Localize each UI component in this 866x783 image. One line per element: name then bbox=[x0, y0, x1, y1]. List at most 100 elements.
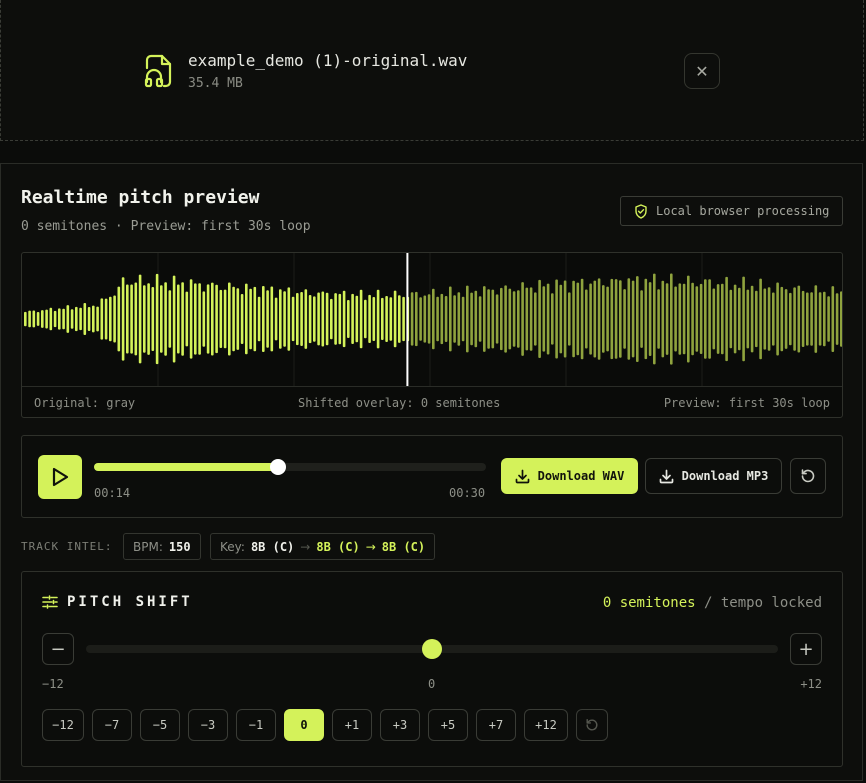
waveform-bar bbox=[449, 286, 452, 352]
file-card: example_demo (1)-original.wav 35.4 MB ✕ bbox=[0, 0, 864, 141]
waveform-bar bbox=[504, 285, 507, 353]
pitch-preset-button[interactable]: +12 bbox=[524, 709, 568, 741]
waveform-bar bbox=[70, 309, 74, 329]
waveform-bar bbox=[206, 284, 210, 354]
waveform-bar bbox=[759, 278, 762, 360]
waveform-bar bbox=[232, 286, 235, 352]
playhead[interactable] bbox=[406, 253, 409, 386]
pitch-slider-handle[interactable] bbox=[422, 639, 442, 659]
pitch-reset-button[interactable] bbox=[576, 709, 608, 741]
key-arrow: → bbox=[365, 539, 376, 554]
pitch-preset-button[interactable]: 0 bbox=[284, 709, 324, 741]
waveform-bar bbox=[198, 283, 201, 355]
waveform-bar bbox=[827, 296, 830, 342]
pitch-preset-button[interactable]: −7 bbox=[92, 709, 132, 741]
waveform-bar bbox=[266, 290, 269, 348]
waveform-bar bbox=[334, 293, 337, 345]
waveform-bar bbox=[738, 287, 741, 351]
waveform-bar bbox=[551, 293, 554, 345]
waveform-bar bbox=[789, 292, 792, 346]
waveform-bar bbox=[631, 280, 635, 358]
pitch-preset-button[interactable]: −3 bbox=[188, 709, 228, 741]
waveform-bar bbox=[313, 296, 316, 342]
minus-icon: − bbox=[50, 638, 66, 660]
waveform-bar bbox=[436, 296, 439, 342]
waveform-bar bbox=[359, 289, 363, 349]
waveform-bar bbox=[283, 291, 286, 347]
pitch-preset-button[interactable]: −12 bbox=[42, 709, 84, 741]
waveform-bar bbox=[215, 284, 218, 354]
waveform-bar bbox=[432, 288, 435, 350]
waveform-bar bbox=[801, 290, 805, 347]
waveform-bar bbox=[665, 283, 669, 355]
pitch-slider[interactable] bbox=[86, 639, 778, 659]
key-chip: Key: 8B (C) → 8B (C) → 8B (C) bbox=[210, 533, 436, 560]
pitch-preset-button[interactable]: +3 bbox=[380, 709, 420, 741]
waveform-bar bbox=[470, 292, 473, 346]
legend-shifted: Shifted overlay: 0 semitones bbox=[298, 396, 501, 410]
pitch-preset-button[interactable]: −1 bbox=[236, 709, 276, 741]
waveform-bar bbox=[623, 289, 626, 349]
download-mp3-button[interactable]: Download MP3 bbox=[645, 458, 782, 494]
remove-file-button[interactable]: ✕ bbox=[684, 53, 720, 89]
pitch-preset-button[interactable]: +5 bbox=[428, 709, 468, 741]
waveform-bar bbox=[682, 283, 686, 355]
waveform-bar bbox=[245, 283, 248, 355]
waveform-bar bbox=[508, 288, 512, 350]
bpm-chip: BPM: 150 bbox=[123, 533, 201, 560]
pitch-shift-header: PITCH SHIFT bbox=[42, 594, 193, 610]
waveform-bar bbox=[840, 291, 842, 347]
preview-subtitle: 0 semitones · Preview: first 30s loop bbox=[21, 219, 311, 234]
waveform-bar bbox=[368, 294, 371, 343]
waveform-bar bbox=[402, 296, 405, 342]
waveform-bar bbox=[228, 282, 231, 356]
pitch-preset-button[interactable]: +7 bbox=[476, 709, 516, 741]
waveform-bar bbox=[364, 299, 367, 339]
waveform-view[interactable]: Original: gray Shifted overlay: 0 semito… bbox=[21, 252, 843, 418]
seek-handle[interactable] bbox=[270, 459, 287, 475]
waveform-bar bbox=[521, 282, 524, 356]
rotate-ccw-icon bbox=[801, 469, 815, 483]
waveform-bar bbox=[444, 296, 448, 342]
seek-bar[interactable] bbox=[94, 459, 486, 475]
waveform-bar bbox=[202, 291, 206, 347]
waveform-bar bbox=[398, 295, 401, 343]
play-button[interactable] bbox=[38, 455, 82, 499]
download-wav-label: Download WAV bbox=[537, 469, 625, 483]
pitch-max-label: +12 bbox=[800, 677, 822, 691]
waveform-bar bbox=[691, 282, 694, 356]
download-icon bbox=[515, 469, 529, 483]
waveform-bar bbox=[419, 297, 422, 341]
waveform-bar bbox=[525, 287, 529, 351]
waveform-bar bbox=[461, 296, 465, 342]
waveform-bar bbox=[466, 285, 469, 353]
waveform-bar bbox=[797, 285, 801, 353]
waveform-bar bbox=[555, 279, 558, 359]
pitch-decrement-button[interactable]: − bbox=[42, 633, 74, 665]
waveform-bar bbox=[223, 289, 227, 349]
waveform-bar bbox=[117, 286, 121, 352]
waveform-canvas[interactable] bbox=[22, 253, 842, 386]
download-wav-button[interactable]: Download WAV bbox=[501, 458, 638, 494]
waveform-bar bbox=[342, 290, 346, 348]
waveform-bar bbox=[389, 297, 393, 341]
waveform-bar bbox=[28, 310, 31, 328]
pitch-preset-button[interactable]: +1 bbox=[332, 709, 372, 741]
waveform-bar bbox=[172, 275, 176, 363]
waveform-bar bbox=[546, 283, 550, 355]
waveform-bar bbox=[58, 308, 61, 330]
waveform-bar bbox=[355, 295, 359, 343]
bpm-value: 150 bbox=[168, 539, 191, 554]
waveform-bar bbox=[381, 297, 384, 340]
waveform-bar bbox=[593, 280, 597, 358]
pitch-preset-button[interactable]: −5 bbox=[140, 709, 180, 741]
waveform-bar bbox=[347, 300, 350, 338]
waveform-bar bbox=[818, 292, 822, 346]
current-time: 00:14 bbox=[94, 486, 131, 500]
waveform-bar bbox=[755, 290, 758, 348]
waveform-bar bbox=[704, 279, 707, 359]
waveform-bar bbox=[236, 288, 240, 350]
restart-button[interactable] bbox=[790, 458, 826, 494]
pitch-increment-button[interactable]: + bbox=[790, 633, 822, 665]
waveform-bar bbox=[338, 293, 342, 345]
